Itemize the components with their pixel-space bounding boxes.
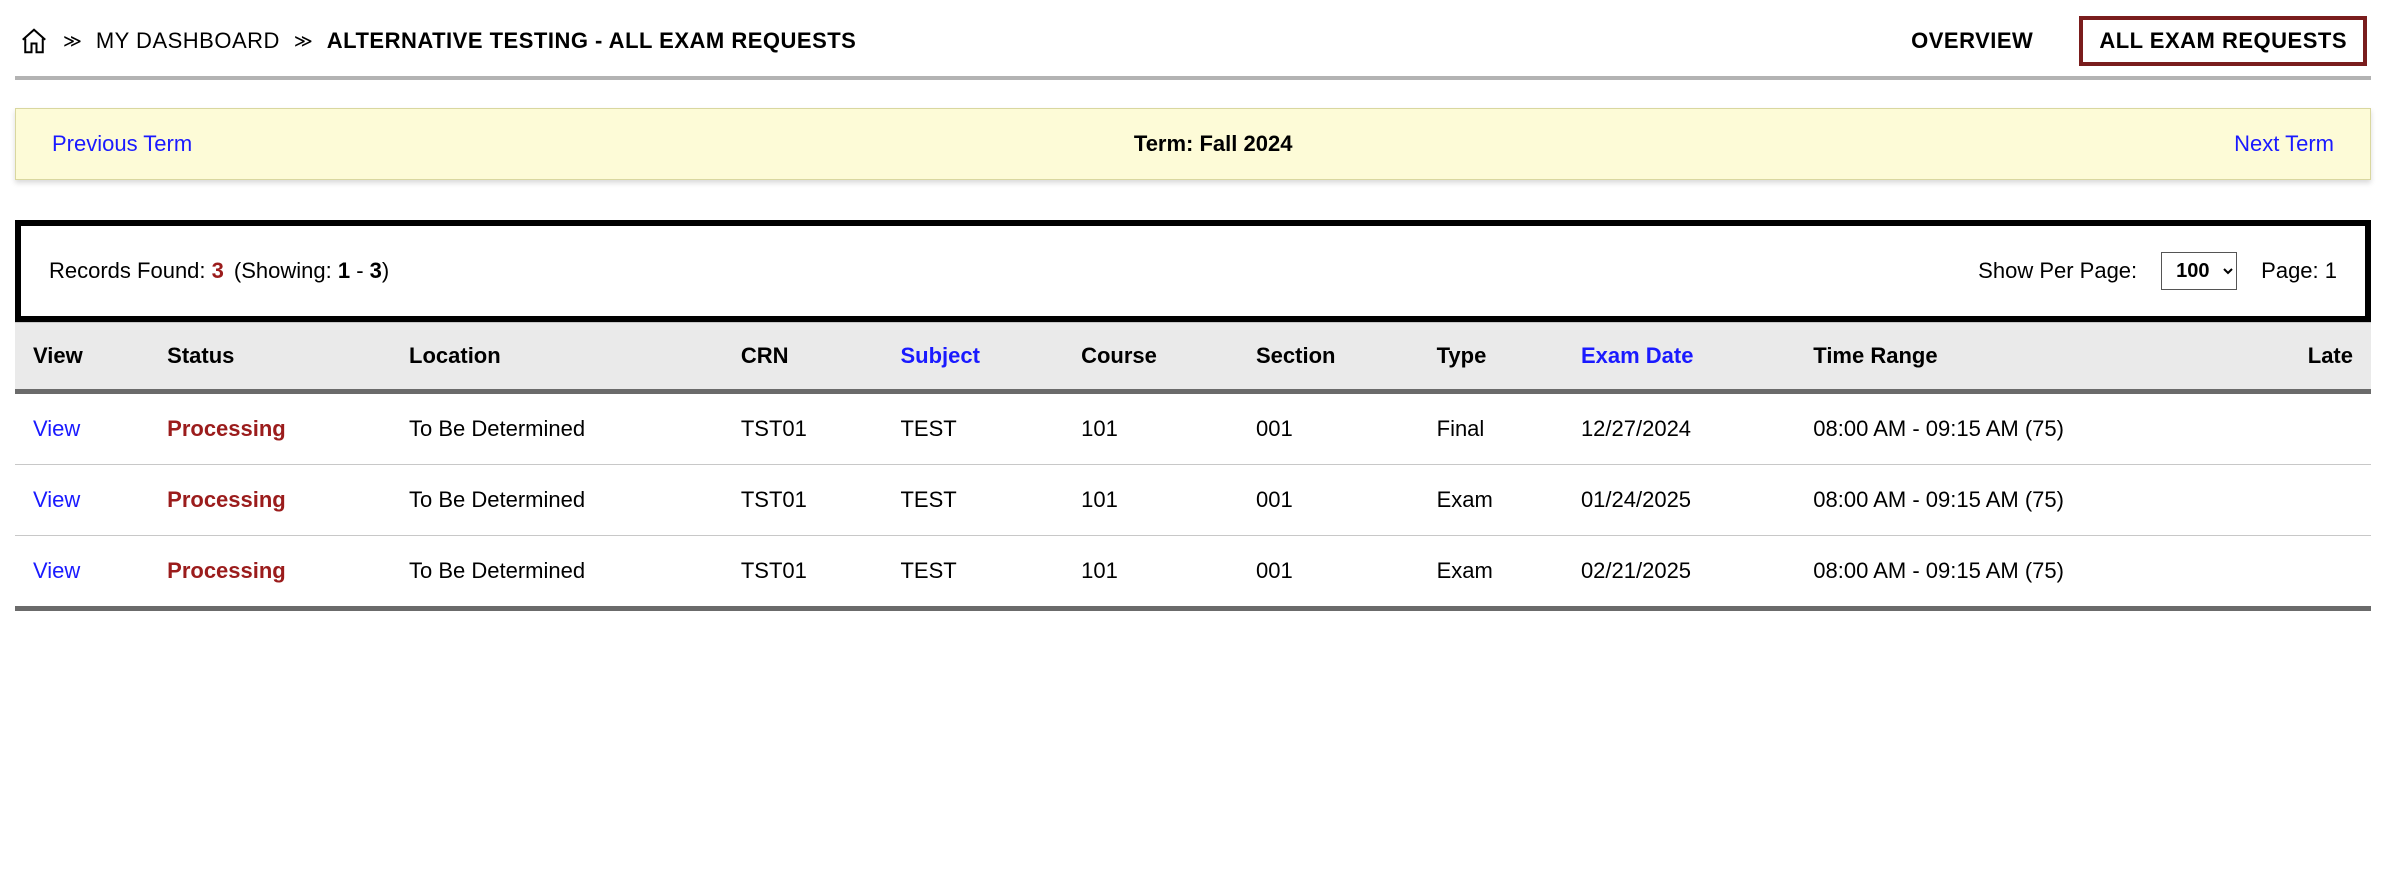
tab-all-exam-requests[interactable]: ALL EXAM REQUESTS: [2079, 16, 2367, 66]
cell-course: 101: [1063, 465, 1238, 536]
cell-location: To Be Determined: [391, 465, 723, 536]
cell-view: View: [15, 465, 149, 536]
cell-crn: TST01: [723, 536, 883, 609]
showing-dash: -: [350, 258, 370, 283]
showing-suffix: ): [382, 258, 389, 283]
cell-type: Exam: [1419, 536, 1563, 609]
cell-status: Processing: [149, 536, 391, 609]
status-badge: Processing: [167, 558, 286, 583]
chevron-right-icon: ≫: [294, 31, 313, 52]
col-crn: CRN: [723, 323, 883, 392]
col-exam-date[interactable]: Exam Date: [1563, 323, 1795, 392]
next-term-link[interactable]: Next Term: [2234, 131, 2334, 157]
top-bar: ≫ MY DASHBOARD ≫ ALTERNATIVE TESTING - A…: [15, 10, 2371, 80]
cell-course: 101: [1063, 536, 1238, 609]
cell-time-range: 08:00 AM - 09:15 AM (75): [1795, 465, 2244, 536]
view-link[interactable]: View: [33, 416, 80, 441]
col-section: Section: [1238, 323, 1419, 392]
cell-exam-date: 12/27/2024: [1563, 392, 1795, 465]
cell-status: Processing: [149, 465, 391, 536]
cell-subject: TEST: [882, 536, 1063, 609]
cell-crn: TST01: [723, 465, 883, 536]
table-row: View Processing To Be DeterminedTST01TEST1…: [15, 536, 2371, 609]
previous-term-link[interactable]: Previous Term: [52, 131, 192, 157]
cell-location: To Be Determined: [391, 392, 723, 465]
cell-subject: TEST: [882, 465, 1063, 536]
showing-to: 3: [370, 258, 382, 283]
table-row: ViewProcessingTo Be DeterminedTST01TEST1…: [15, 392, 2371, 465]
col-late: Late: [2244, 323, 2371, 392]
cell-late: [2244, 536, 2371, 609]
tab-overview[interactable]: OVERVIEW: [1895, 20, 2049, 62]
view-link[interactable]: View: [33, 487, 80, 512]
chevron-right-icon: ≫: [63, 31, 82, 52]
cell-time-range: 08:00 AM - 09:15 AM (75): [1795, 392, 2244, 465]
cell-section: 001: [1238, 465, 1419, 536]
cell-crn: TST01: [723, 392, 883, 465]
breadcrumb-dashboard[interactable]: MY DASHBOARD: [96, 28, 280, 54]
breadcrumb-current: ALTERNATIVE TESTING - ALL EXAM REQUESTS: [327, 28, 857, 54]
col-subject-link[interactable]: Subject: [900, 343, 979, 368]
status-badge: Processing: [167, 487, 286, 512]
col-location: Location: [391, 323, 723, 392]
col-view: View: [15, 323, 149, 392]
col-time-range: Time Range: [1795, 323, 2244, 392]
col-subject[interactable]: Subject: [882, 323, 1063, 392]
showing-prefix: (Showing:: [234, 258, 338, 283]
records-found-label: Records Found:: [49, 258, 212, 283]
cell-subject: TEST: [882, 392, 1063, 465]
term-navigation: Previous Term Term: Fall 2024 Next Term: [15, 108, 2371, 180]
cell-view: View: [15, 392, 149, 465]
cell-exam-date: 02/21/2025: [1563, 536, 1795, 609]
cell-status: Processing: [149, 392, 391, 465]
cell-location: To Be Determined: [391, 536, 723, 609]
exam-requests-table: View Status Location CRN Subject Course …: [15, 322, 2371, 611]
cell-course: 101: [1063, 392, 1238, 465]
cell-section: 001: [1238, 392, 1419, 465]
table-row: View Processing To Be DeterminedTST01TEST1…: [15, 465, 2371, 536]
col-course: Course: [1063, 323, 1238, 392]
status-badge: Processing: [167, 416, 286, 441]
home-icon[interactable]: [19, 26, 49, 56]
cell-type: Exam: [1419, 465, 1563, 536]
per-page-select[interactable]: 100: [2161, 252, 2237, 290]
records-found: Records Found: 3 (Showing: 1 - 3): [49, 258, 389, 284]
tab-links: OVERVIEW ALL EXAM REQUESTS: [1895, 16, 2367, 66]
table-header-row: View Status Location CRN Subject Course …: [15, 323, 2371, 392]
cell-late: [2244, 465, 2371, 536]
page-indicator: Page: 1: [2261, 258, 2337, 284]
breadcrumb: ≫ MY DASHBOARD ≫ ALTERNATIVE TESTING - A…: [19, 26, 856, 56]
records-summary: Records Found: 3 (Showing: 1 - 3) Show P…: [15, 220, 2371, 322]
col-status: Status: [149, 323, 391, 392]
cell-time-range: 08:00 AM - 09:15 AM (75): [1795, 536, 2244, 609]
cell-type: Final: [1419, 392, 1563, 465]
per-page-label: Show Per Page:: [1978, 258, 2137, 284]
cell-late: [2244, 392, 2371, 465]
cell-view: View: [15, 536, 149, 609]
cell-section: 001: [1238, 536, 1419, 609]
term-title: Term: Fall 2024: [1134, 131, 1293, 157]
col-type: Type: [1419, 323, 1563, 392]
col-exam-date-link[interactable]: Exam Date: [1581, 343, 1694, 368]
records-found-count: 3: [212, 258, 224, 283]
cell-exam-date: 01/24/2025: [1563, 465, 1795, 536]
view-link[interactable]: View: [33, 558, 80, 583]
showing-from: 1: [338, 258, 350, 283]
